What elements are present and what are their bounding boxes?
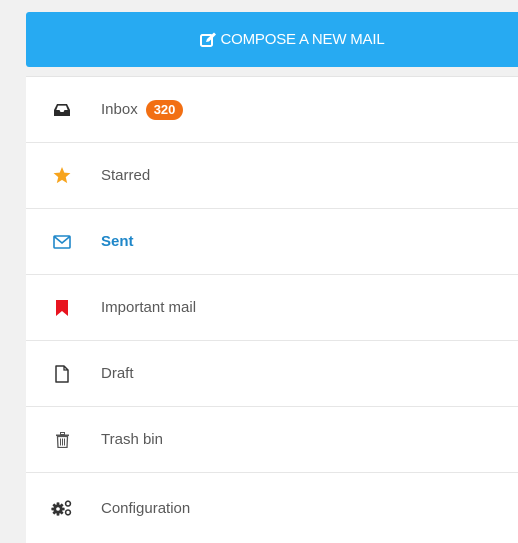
folder-label: Trash bin	[101, 431, 163, 448]
inbox-icon	[51, 99, 73, 121]
folder-label: Starred	[101, 167, 151, 184]
folder-list: Inbox 320 Starred Sent Important mail Dr…	[26, 76, 518, 543]
compose-button[interactable]: COMPOSE A NEW MAIL	[26, 12, 518, 67]
folder-label: Important mail	[101, 299, 197, 316]
folder-item-sent[interactable]: Sent	[26, 209, 518, 275]
mail-sidebar: COMPOSE A NEW MAIL Inbox 320 Starred Sen…	[26, 0, 518, 543]
folder-label: Configuration	[101, 499, 191, 517]
folder-item-trash[interactable]: Trash bin	[26, 407, 518, 473]
folder-label: Draft	[101, 365, 134, 382]
unread-count-badge: 320	[145, 99, 184, 120]
compose-label: COMPOSE A NEW MAIL	[220, 31, 385, 48]
bookmark-icon	[51, 297, 73, 319]
folder-item-starred[interactable]: Starred	[26, 143, 518, 209]
folder-item-inbox[interactable]: Inbox 320	[26, 77, 518, 143]
folder-item-important[interactable]: Important mail	[26, 275, 518, 341]
folder-label: Inbox	[101, 101, 138, 118]
folder-label: Sent	[101, 233, 134, 250]
trash-icon	[51, 429, 73, 451]
gears-icon	[51, 497, 73, 519]
folder-item-draft[interactable]: Draft	[26, 341, 518, 407]
star-icon	[51, 165, 73, 187]
file-icon	[51, 363, 73, 385]
folder-item-configuration[interactable]: Configuration	[26, 473, 518, 543]
edit-icon	[199, 32, 216, 48]
envelope-icon	[51, 231, 73, 253]
